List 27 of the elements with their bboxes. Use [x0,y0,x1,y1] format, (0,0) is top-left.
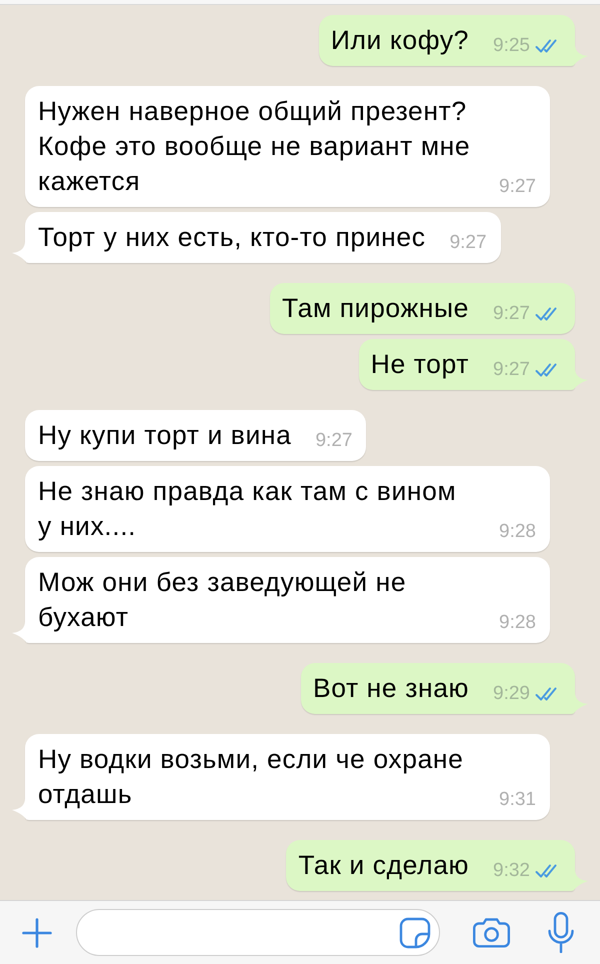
message-time: 9:27 [493,360,530,380]
message-text: Или кофу? [330,24,470,57]
message-text: Мож они без заведующей не бухают [38,566,408,634]
message-text: Ну купи торт и вина [38,419,292,452]
message-time: 9:28 [499,522,536,542]
message-text: Нужен наверное общий презент? Кофе это вообще не вариант мне кажется [38,95,472,198]
microphone-icon[interactable] [548,912,574,953]
message-time: 9:25 [493,36,530,56]
message-text: Вот не знаю [312,672,470,705]
message-time: 9:32 [493,861,530,881]
message-time: 9:27 [315,431,352,451]
message-time: 9:28 [499,613,536,633]
message-time: 9:31 [499,790,536,810]
message-text: Ну водки возьми, если че охране отдашь [38,743,464,811]
message-text: Не торт [370,348,470,381]
message-time: 9:27 [450,233,487,253]
message-time: 9:29 [493,684,530,704]
message-text: Так и сделаю [298,849,470,882]
message-text: Торт у них есть, кто-то принес [38,221,426,254]
add-icon[interactable] [22,918,52,948]
message-input-field[interactable] [76,909,440,956]
message-text: Не знаю правда как там с вином у них.... [38,475,458,543]
message-time: 9:27 [499,177,536,197]
camera-icon[interactable] [473,917,510,948]
message-text: Там пирожные [282,292,470,325]
sticker-icon[interactable] [399,916,431,948]
message-time: 9:27 [493,304,530,324]
